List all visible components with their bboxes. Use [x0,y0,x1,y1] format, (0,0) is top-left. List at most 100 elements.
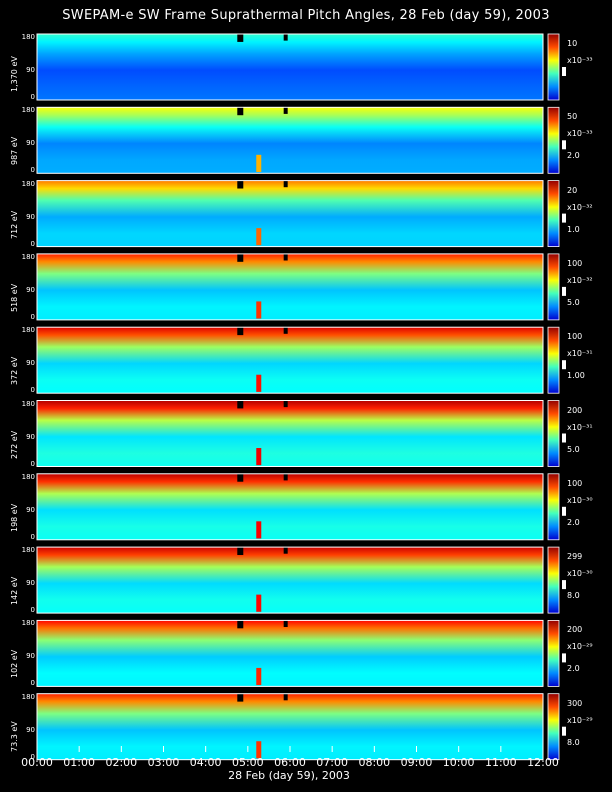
x-tick-label: 04:00 [189,756,222,769]
y-tick-label: 90 [26,285,35,294]
colorbar-label: x10⁻³⁰ [567,569,593,579]
y-tick-label: 180 [21,252,35,261]
colorbar-marker [562,653,566,663]
data-gap-mark [237,34,244,42]
x-tick-label: 08:00 [358,756,391,769]
y-tick-label: 90 [26,212,35,221]
data-gap-mark [237,693,244,702]
colorbar-label: 8.0 [567,591,580,601]
data-gap-mark [283,180,288,188]
y-tick-label: 0 [30,606,35,615]
colorbar-marker [562,213,566,223]
y-tick-label: 0 [30,166,35,175]
y-tick-label: 90 [26,432,35,441]
panel-heatmap [37,473,543,540]
data-gap-mark [283,327,288,334]
x-tick-label: 09:00 [400,756,433,769]
colorbar-segment [548,34,559,100]
data-gap-mark [237,327,244,336]
data-gap-mark [237,180,244,189]
data-gap-mark [283,547,288,554]
x-tick-label: 00:00 [21,756,53,769]
colorbar-label: 20 [567,185,578,195]
x-tick-label: 01:00 [63,756,96,769]
colorbar-segment [548,253,559,320]
colorbar-marker [562,67,566,76]
colorbar-marker [562,580,566,590]
y-tick-label: 0 [30,386,35,395]
data-gap-mark [283,473,288,481]
colorbar-segment [548,107,559,174]
colorbar-label: 300 [567,698,583,708]
colorbar-label: x10⁻³¹ [567,349,593,359]
colorbar-marker [562,140,566,150]
panel-heatmap [37,327,543,394]
y-tick-label: 0 [30,312,35,321]
y-tick-label: 90 [26,66,35,74]
y-tick-label: 90 [26,139,35,148]
feature-mark [256,667,262,686]
x-tick-label: 05:00 [231,756,264,769]
colorbar-segment [548,473,559,540]
colorbar-marker [562,726,566,736]
colorbar-segment [548,693,559,760]
y-tick-label: 180 [21,546,35,555]
y-tick-label: 180 [21,106,35,115]
colorbar-label: 200 [567,625,583,635]
colorbar-label: x10⁻³¹ [567,422,593,432]
y-tick-label: 0 [30,532,35,541]
colorbar-label: 299 [567,552,583,562]
y-tick-label: 0 [30,239,35,248]
feature-mark [256,228,262,246]
colorbar-label: x10⁻²⁹ [567,642,593,652]
colorbar-label: x10⁻³² [567,275,593,285]
colorbar-label: x10⁻³³ [567,56,593,65]
colorbar-marker [562,286,566,296]
colorbar-segment [548,620,559,687]
y-tick-label: 90 [26,505,35,514]
panel-energy-label: 198 eV [10,503,19,532]
colorbar-label: 100 [567,478,583,488]
colorbar-label: 100 [567,258,583,268]
data-gap-mark [237,473,244,482]
colorbar-label: 5.0 [567,297,580,307]
y-tick-label: 0 [30,679,35,688]
colorbar-label: 50 [567,112,578,122]
panel-energy-label: 372 eV [10,356,19,386]
feature-mark [256,154,262,172]
x-tick-label: 11:00 [484,756,517,769]
colorbar-label: x10⁻³⁰ [567,495,593,505]
x-axis-title: 28 Feb (day 59), 2003 [228,769,350,782]
data-gap-mark [237,620,244,629]
feature-mark [256,374,262,392]
y-tick-label: 180 [21,692,35,701]
y-tick-label: 180 [21,619,35,628]
y-tick-label: 180 [21,399,35,408]
colorbar-segment [548,180,559,247]
panel-heatmap [37,34,543,100]
data-gap-mark [237,547,244,556]
data-gap-mark [283,107,288,114]
colorbar-segment [548,400,559,467]
x-tick-label: 12:00 [527,756,559,769]
x-tick-label: 06:00 [274,756,306,769]
panel-energy-label: 987 eV [10,137,19,166]
y-tick-label: 0 [30,93,35,101]
panel-energy-label: 102 eV [10,650,19,679]
x-tick-label: 02:00 [105,756,138,769]
colorbar-label: 200 [567,405,583,415]
x-tick-label: 03:00 [147,756,180,769]
y-tick-label: 90 [26,652,35,661]
data-gap-mark [237,400,244,409]
feature-mark [256,594,262,612]
panel-energy-label: 712 eV [10,210,19,239]
panel-heatmap [37,400,543,467]
colorbar-label: 100 [567,332,583,342]
y-tick-label: 90 [26,725,35,734]
colorbar-marker [562,433,566,443]
panel-energy-label: 272 eV [10,430,19,459]
feature-mark [256,448,262,466]
x-tick-label: 07:00 [316,756,349,769]
colorbar-label: x10⁻³² [567,202,593,212]
panel-heatmap [37,180,543,247]
